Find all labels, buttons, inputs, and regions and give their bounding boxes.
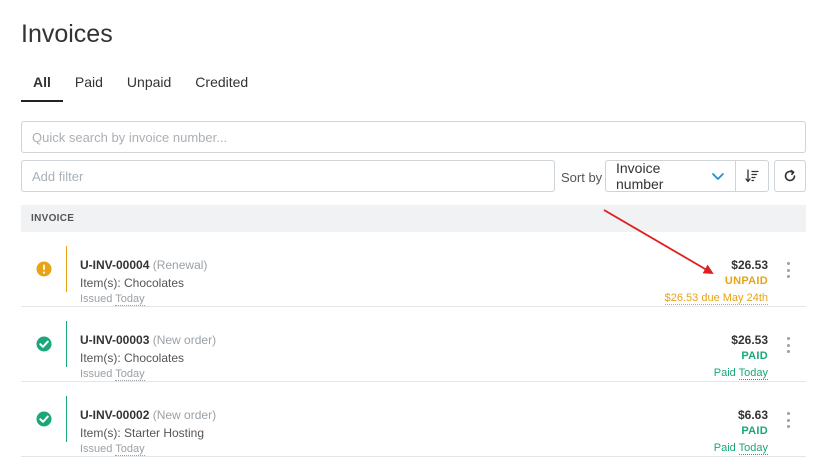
issued-label: Issued [80,293,113,305]
paid-label: Paid [713,442,736,454]
status-badge: UNPAID [724,275,768,287]
warning-icon [36,261,52,277]
table-row[interactable]: U-INV-00004 (Renewal) Item(s): Chocolate… [21,232,806,307]
tab-credited[interactable]: Credited [183,70,260,102]
tab-paid[interactable]: Paid [63,70,115,102]
sort-order-button[interactable] [735,160,769,192]
invoice-number[interactable]: U-INV-00003 [80,333,149,347]
due-note: $26.53 due May 24th [664,292,768,305]
invoice-heading: U-INV-00004 (Renewal) [80,258,207,272]
due-date[interactable]: $26.53 due May 24th [664,292,768,305]
refresh-button[interactable] [774,160,806,192]
invoice-issued: Issued Today [80,443,145,456]
table-row[interactable]: U-INV-00003 (New order) Item(s): Chocola… [21,307,806,382]
status-badge: PAID [741,350,768,362]
row-accent-bar [66,321,67,367]
issued-date[interactable]: Today [115,293,145,306]
row-accent-bar [66,246,67,292]
invoice-number[interactable]: U-INV-00004 [80,258,149,272]
issued-date[interactable]: Today [115,443,145,456]
issued-label: Issued [80,443,113,455]
more-options-icon[interactable] [784,262,792,278]
paid-note: Paid Today [713,367,768,380]
check-circle-icon [36,411,52,427]
issued-date[interactable]: Today [115,368,145,381]
invoice-amount: $26.53 [731,333,768,347]
paid-date[interactable]: Today [738,367,768,380]
more-options-icon[interactable] [784,337,792,353]
invoice-type: (New order) [152,333,217,347]
more-options-icon[interactable] [784,412,792,428]
status-badge: PAID [741,425,768,437]
invoice-number[interactable]: U-INV-00002 [80,408,149,422]
invoice-tabs: All Paid Unpaid Credited [21,70,260,102]
check-circle-icon [36,336,52,352]
sort-selected-value: Invoice number [616,160,664,192]
issued-label: Issued [80,368,113,380]
invoice-type: (Renewal) [152,258,208,272]
invoice-issued: Issued Today [80,368,145,381]
add-filter-input[interactable]: Add filter [21,160,555,192]
invoice-list: U-INV-00004 (Renewal) Item(s): Chocolate… [21,232,806,457]
invoice-amount: $26.53 [731,258,768,272]
refresh-icon [784,169,796,182]
paid-label: Paid [713,367,736,379]
sort-by-label: Sort by [561,170,603,185]
row-accent-bar [66,396,67,442]
tab-all[interactable]: All [21,70,63,102]
table-row[interactable]: U-INV-00002 (New order) Item(s): Starter… [21,382,806,457]
sort-descending-icon [745,169,759,183]
search-input[interactable]: Quick search by invoice number... [21,121,806,153]
table-header-invoice: INVOICE [21,205,806,232]
invoice-amount: $6.63 [737,408,768,422]
paid-note: Paid Today [713,442,768,455]
invoice-items: Item(s): Chocolates [80,276,185,290]
invoice-items: Item(s): Chocolates [80,351,185,365]
paid-date[interactable]: Today [738,442,768,455]
invoice-type: (New order) [152,408,217,422]
invoice-heading: U-INV-00003 (New order) [80,333,216,347]
invoice-heading: U-INV-00002 (New order) [80,408,216,422]
invoice-issued: Issued Today [80,293,145,306]
chevron-down-icon [712,173,724,180]
page-title: Invoices [21,20,113,48]
invoice-items: Item(s): Starter Hosting [80,426,205,440]
sort-select[interactable]: Invoice number [605,160,736,192]
tab-unpaid[interactable]: Unpaid [115,70,183,102]
